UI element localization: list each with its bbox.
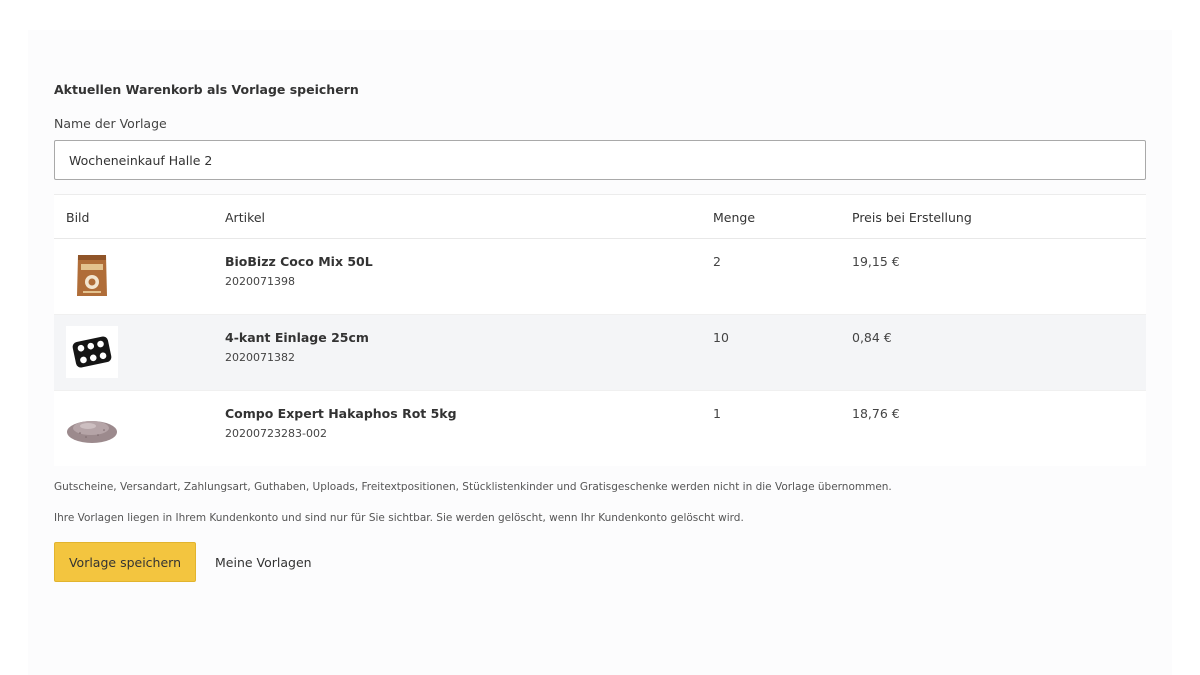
article-price: 19,15 €	[852, 254, 900, 269]
article-quantity: 2	[713, 254, 721, 269]
table-row: Compo Expert Hakaphos Rot 5kg 2020072328…	[54, 391, 1146, 466]
article-name[interactable]: 4-kant Einlage 25cm	[225, 330, 369, 345]
save-template-button[interactable]: Vorlage speichern	[54, 542, 196, 582]
grid-insert-icon	[66, 326, 118, 378]
article-number: 20200723283-002	[225, 427, 327, 440]
article-quantity: 10	[713, 330, 729, 345]
article-quantity: 1	[713, 406, 721, 421]
table-header: Bild Artikel Menge Preis bei Erstellung	[54, 195, 1146, 239]
template-name-label: Name der Vorlage	[54, 116, 167, 131]
article-number: 2020071382	[225, 351, 295, 364]
article-price: 0,84 €	[852, 330, 892, 345]
table-row: BioBizz Coco Mix 50L 2020071398 2 19,15 …	[54, 239, 1146, 315]
template-name-input[interactable]	[54, 140, 1146, 180]
header-price: Preis bei Erstellung	[852, 210, 972, 225]
article-name[interactable]: Compo Expert Hakaphos Rot 5kg	[225, 406, 457, 421]
header-image: Bild	[66, 210, 90, 225]
article-number: 2020071398	[225, 275, 295, 288]
header-article: Artikel	[225, 210, 266, 225]
privacy-note: Ihre Vorlagen liegen in Ihrem Kundenkont…	[54, 512, 744, 524]
section-title: Aktuellen Warenkorb als Vorlage speicher…	[54, 82, 359, 97]
header-quantity: Menge	[713, 210, 756, 225]
soil-bag-icon	[66, 250, 118, 302]
article-price: 18,76 €	[852, 406, 900, 421]
excluded-items-note: Gutscheine, Versandart, Zahlungsart, Gut…	[54, 481, 892, 493]
my-templates-link[interactable]: Meine Vorlagen	[215, 555, 312, 570]
cart-items-table: Bild Artikel Menge Preis bei Erstellung …	[54, 194, 1146, 466]
fertilizer-pile-icon	[66, 402, 118, 454]
table-row: 4-kant Einlage 25cm 2020071382 10 0,84 €	[54, 315, 1146, 391]
article-name[interactable]: BioBizz Coco Mix 50L	[225, 254, 373, 269]
